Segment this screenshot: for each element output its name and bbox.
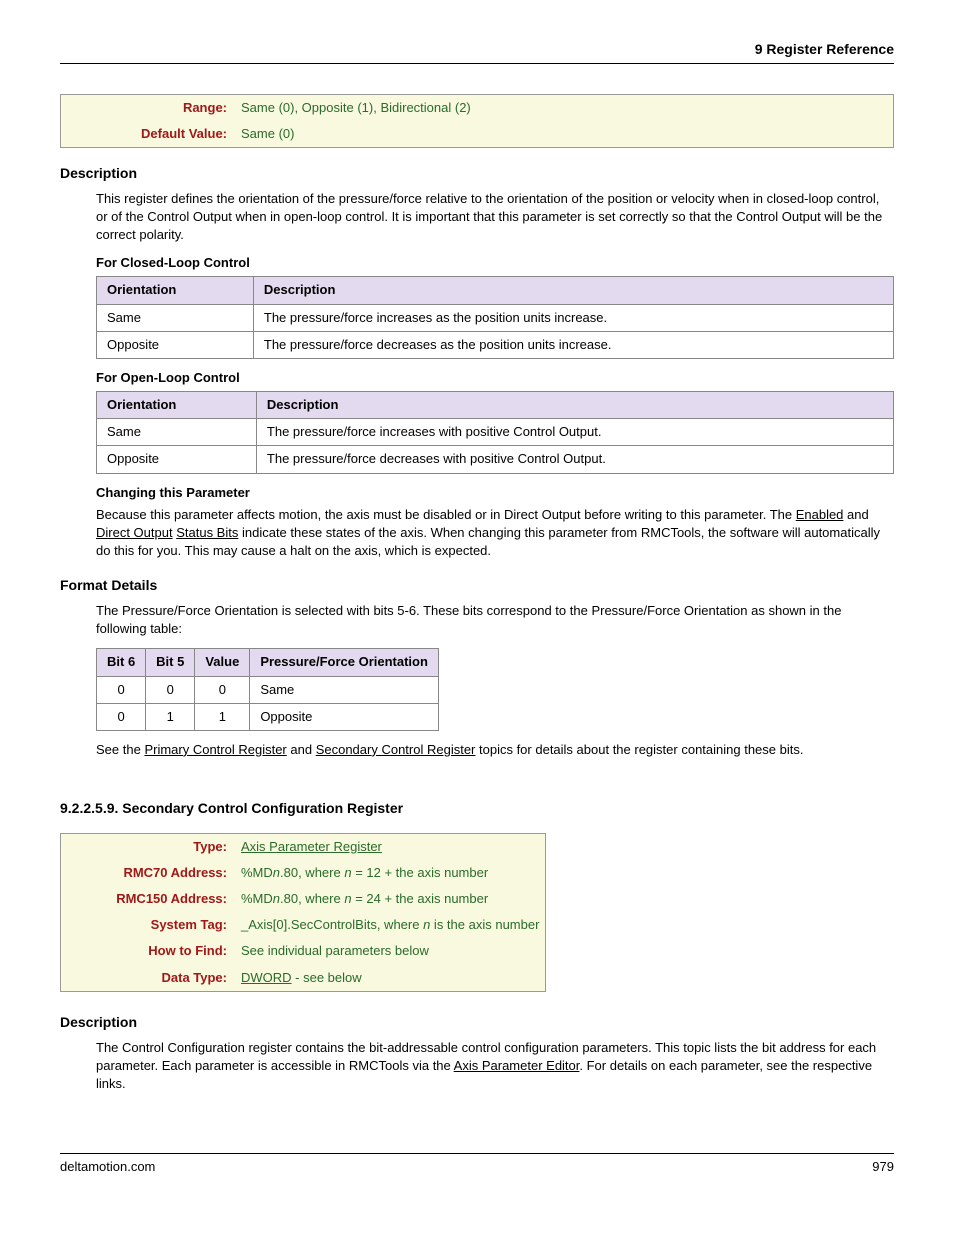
rmc150-label: RMC150 Address: bbox=[116, 891, 227, 906]
th-description: Description bbox=[253, 277, 893, 304]
footer-right: 979 bbox=[872, 1158, 894, 1176]
dword-link[interactable]: DWORD bbox=[241, 970, 292, 985]
default-value: Same (0) bbox=[241, 126, 294, 141]
th-orientation: Pressure/Force Orientation bbox=[250, 649, 439, 676]
text: n bbox=[344, 891, 351, 906]
enabled-link[interactable]: Enabled bbox=[796, 507, 844, 522]
page-footer: deltamotion.com 979 bbox=[60, 1153, 894, 1176]
text: = 12 + the axis number bbox=[352, 865, 489, 880]
howto-value: See individual parameters below bbox=[241, 943, 429, 958]
cell-description: The pressure/force increases with positi… bbox=[256, 419, 893, 446]
th-description: Description bbox=[256, 392, 893, 419]
cell-orientation: Same bbox=[97, 419, 257, 446]
cell-value: 0 bbox=[195, 676, 250, 703]
cell-bit6: 0 bbox=[97, 676, 146, 703]
text: is the axis number bbox=[430, 917, 539, 932]
th-orientation: Orientation bbox=[97, 277, 254, 304]
header-title: 9 Register Reference bbox=[755, 41, 894, 57]
format-heading: Format Details bbox=[60, 576, 894, 596]
cell-orientation: Same bbox=[97, 304, 254, 331]
cell-description: The pressure/force decreases with positi… bbox=[256, 446, 893, 473]
text: _Axis[0].SecControlBits, where bbox=[241, 917, 423, 932]
see-paragraph: See the Primary Control Register and Sec… bbox=[96, 741, 894, 759]
closed-loop-heading: For Closed-Loop Control bbox=[96, 254, 894, 272]
section-title: 9.2.2.5.9. Secondary Control Configurati… bbox=[60, 799, 894, 819]
open-loop-table: Orientation Description Same The pressur… bbox=[96, 391, 894, 474]
default-label: Default Value: bbox=[141, 126, 227, 141]
text: and bbox=[287, 742, 316, 757]
axis-parameter-register-link[interactable]: Axis Parameter Register bbox=[241, 839, 382, 854]
type-label: Type: bbox=[193, 839, 227, 854]
th-bit5: Bit 5 bbox=[146, 649, 195, 676]
secondary-control-register-link[interactable]: Secondary Control Register bbox=[316, 742, 476, 757]
table-row: Opposite The pressure/force decreases as… bbox=[97, 331, 894, 358]
register-info-box: Type: Axis Parameter Register RMC70 Addr… bbox=[60, 833, 546, 992]
open-loop-heading: For Open-Loop Control bbox=[96, 369, 894, 387]
table-row: 0 1 1 Opposite bbox=[97, 703, 439, 730]
axis-parameter-editor-link[interactable]: Axis Parameter Editor bbox=[454, 1058, 580, 1073]
howto-label: How to Find: bbox=[148, 943, 227, 958]
cell-orientation: Opposite bbox=[250, 703, 439, 730]
cell-bit5: 0 bbox=[146, 676, 195, 703]
format-paragraph: The Pressure/Force Orientation is select… bbox=[96, 602, 894, 638]
th-bit6: Bit 6 bbox=[97, 649, 146, 676]
table-row: Same The pressure/force increases with p… bbox=[97, 419, 894, 446]
cell-bit6: 0 bbox=[97, 703, 146, 730]
rmc70-label: RMC70 Address: bbox=[123, 865, 227, 880]
th-orientation: Orientation bbox=[97, 392, 257, 419]
text: Because this parameter affects motion, t… bbox=[96, 507, 796, 522]
bits-table: Bit 6 Bit 5 Value Pressure/Force Orienta… bbox=[96, 648, 439, 731]
cell-description: The pressure/force increases as the posi… bbox=[253, 304, 893, 331]
status-bits-link[interactable]: Status Bits bbox=[176, 525, 238, 540]
rmc70-value: %MDn.80, where n = 12 + the axis number bbox=[235, 860, 545, 886]
cell-orientation: Opposite bbox=[97, 446, 257, 473]
direct-output-link[interactable]: Direct Output bbox=[96, 525, 173, 540]
range-value: Same (0), Opposite (1), Bidirectional (2… bbox=[241, 100, 471, 115]
text: %MD bbox=[241, 865, 273, 880]
cell-orientation: Opposite bbox=[97, 331, 254, 358]
systag-label: System Tag: bbox=[151, 917, 227, 932]
changing-paragraph: Because this parameter affects motion, t… bbox=[96, 506, 894, 561]
text: n bbox=[344, 865, 351, 880]
text: = 24 + the axis number bbox=[352, 891, 489, 906]
text: %MD bbox=[241, 891, 273, 906]
text: See the bbox=[96, 742, 144, 757]
range-label: Range: bbox=[183, 100, 227, 115]
text: - see below bbox=[292, 970, 362, 985]
table-row: Same The pressure/force increases as the… bbox=[97, 304, 894, 331]
page-header: 9 Register Reference bbox=[60, 40, 894, 64]
changing-heading: Changing this Parameter bbox=[96, 484, 894, 502]
table-row: 0 0 0 Same bbox=[97, 676, 439, 703]
cell-value: 1 bbox=[195, 703, 250, 730]
footer-left: deltamotion.com bbox=[60, 1158, 155, 1176]
range-default-box: Range: Same (0), Opposite (1), Bidirecti… bbox=[60, 94, 894, 148]
table-row: Opposite The pressure/force decreases wi… bbox=[97, 446, 894, 473]
dtype-label: Data Type: bbox=[162, 970, 228, 985]
rmc150-value: %MDn.80, where n = 24 + the axis number bbox=[235, 886, 545, 912]
text: .80, where bbox=[280, 865, 344, 880]
text: topics for details about the register co… bbox=[475, 742, 803, 757]
systag-value: _Axis[0].SecControlBits, where n is the … bbox=[235, 912, 545, 938]
text: and bbox=[843, 507, 868, 522]
th-value: Value bbox=[195, 649, 250, 676]
description-paragraph: This register defines the orientation of… bbox=[96, 190, 894, 245]
text: .80, where bbox=[280, 891, 344, 906]
description-heading: Description bbox=[60, 164, 894, 184]
primary-control-register-link[interactable]: Primary Control Register bbox=[144, 742, 286, 757]
cell-orientation: Same bbox=[250, 676, 439, 703]
text: n bbox=[273, 865, 280, 880]
cell-bit5: 1 bbox=[146, 703, 195, 730]
description2-paragraph: The Control Configuration register conta… bbox=[96, 1039, 894, 1094]
closed-loop-table: Orientation Description Same The pressur… bbox=[96, 276, 894, 359]
dtype-value: DWORD - see below bbox=[235, 965, 545, 991]
text: n bbox=[273, 891, 280, 906]
description2-heading: Description bbox=[60, 1013, 894, 1033]
cell-description: The pressure/force decreases as the posi… bbox=[253, 331, 893, 358]
